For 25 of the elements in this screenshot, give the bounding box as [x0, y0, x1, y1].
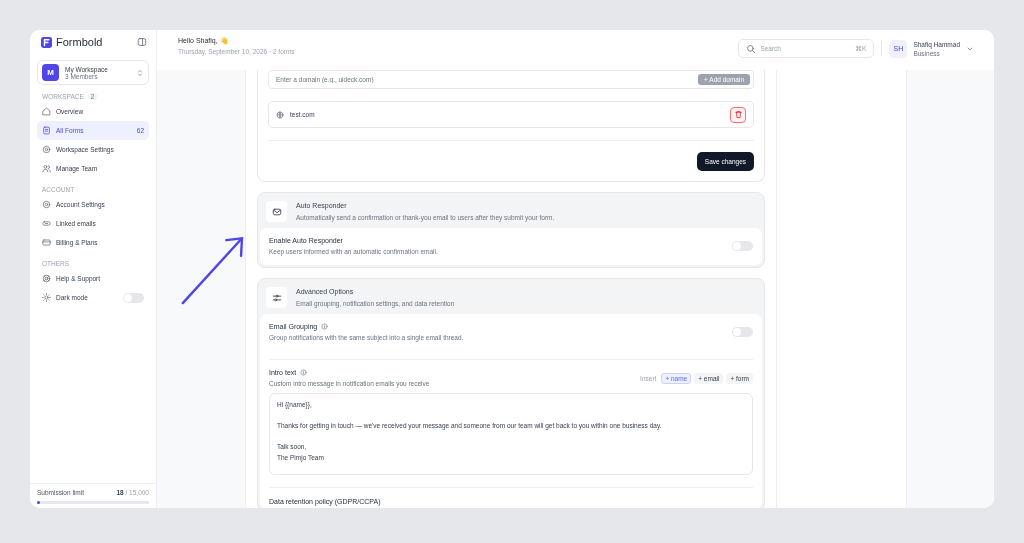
globe-icon — [276, 110, 284, 119]
settings-icon — [42, 200, 51, 209]
workspace-avatar: M — [42, 64, 59, 81]
home-icon — [42, 107, 51, 116]
info-icon — [321, 323, 329, 330]
delete-button[interactable] — [730, 106, 746, 123]
chevron-up-down-icon — [136, 68, 144, 77]
info-icon — [300, 369, 308, 376]
users-icon — [42, 164, 51, 173]
envelope-icon — [271, 206, 282, 217]
credit-card-icon — [42, 238, 51, 247]
app-logo: Formbold — [56, 36, 104, 48]
toggle-switch[interactable] — [732, 241, 753, 251]
search-icon — [746, 43, 757, 54]
sidebar-toggle-icon — [137, 37, 147, 47]
toggle-switch[interactable] — [732, 327, 753, 337]
help-icon — [42, 274, 51, 283]
link-icon — [42, 219, 51, 228]
document-icon — [42, 126, 51, 135]
toggle-switch[interactable] — [123, 292, 144, 303]
settings-icon — [42, 145, 51, 154]
trash-icon — [733, 110, 743, 119]
logo-icon — [41, 36, 52, 48]
sun-icon — [42, 293, 51, 302]
sliders-icon — [271, 292, 282, 303]
